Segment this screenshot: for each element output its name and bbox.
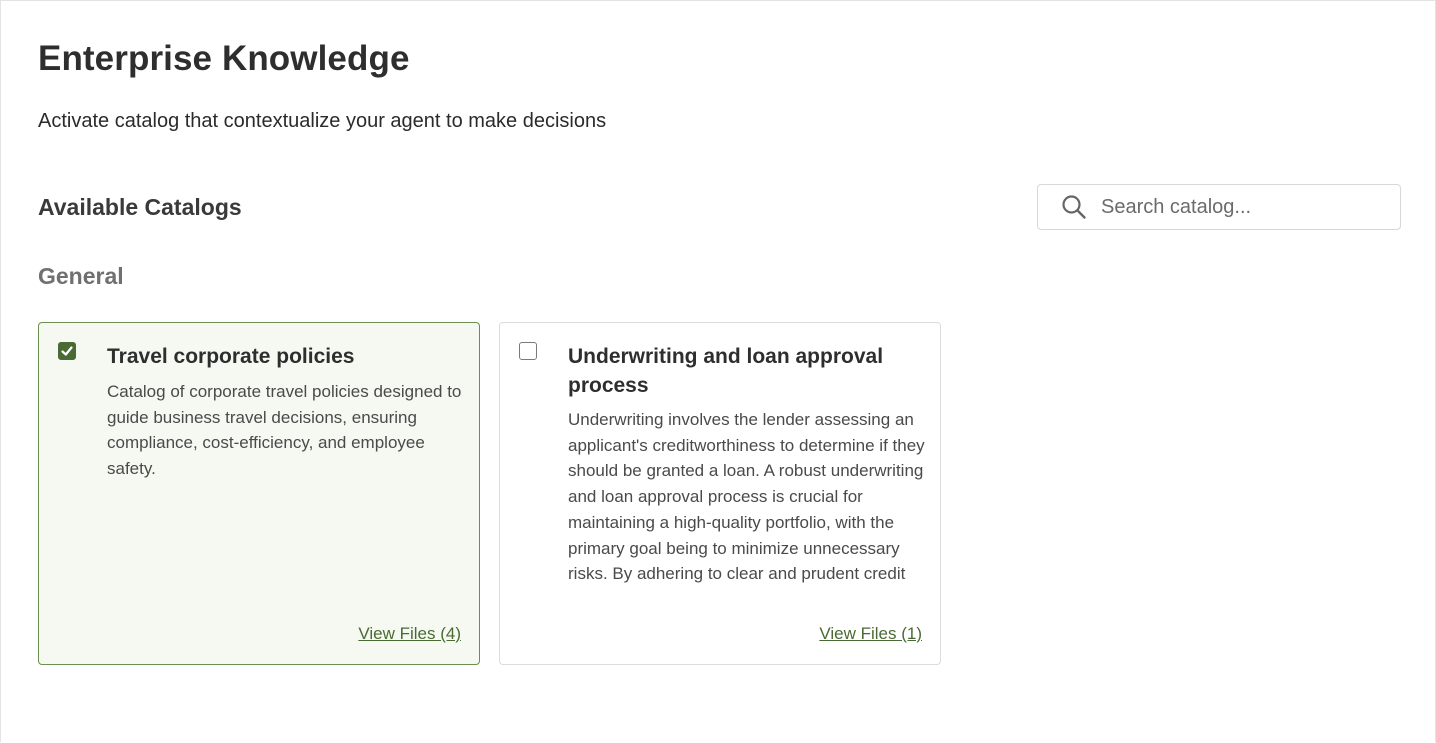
catalog-card-travel-policies[interactable]: Travel corporate policies Catalog of cor… <box>38 322 480 665</box>
search-icon <box>1062 195 1086 219</box>
catalog-card-underwriting[interactable]: Underwriting and loan approval process U… <box>499 322 941 665</box>
available-catalogs-heading: Available Catalogs <box>38 194 242 220</box>
catalog-checkbox[interactable] <box>58 342 76 360</box>
group-title-general: General <box>38 263 124 289</box>
view-files-link[interactable]: View Files (4) <box>358 624 461 644</box>
page-container: Enterprise Knowledge Activate catalog th… <box>0 0 1436 742</box>
catalog-card-title: Underwriting and loan approval process <box>568 345 884 397</box>
catalog-card-description: Catalog of corporate travel policies des… <box>107 382 462 479</box>
search-input[interactable] <box>1099 194 1383 220</box>
page-title: Enterprise Knowledge <box>38 39 410 78</box>
catalog-checkbox[interactable] <box>519 342 537 360</box>
view-files-link[interactable]: View Files (1) <box>819 624 922 644</box>
page-subtitle: Activate catalog that contextualize your… <box>38 110 607 132</box>
search-box[interactable] <box>1037 184 1401 230</box>
check-icon <box>61 346 73 356</box>
catalog-card-description: Underwriting involves the lender assessi… <box>568 410 925 584</box>
catalog-card-title: Travel corporate policies <box>107 345 355 368</box>
